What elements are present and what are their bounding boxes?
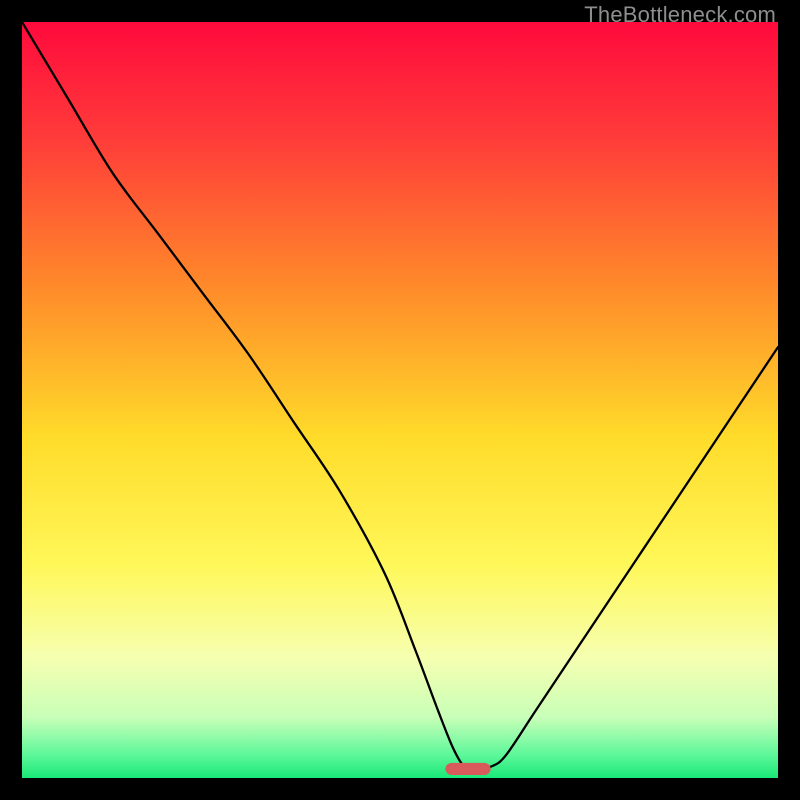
bottleneck-chart [22, 22, 778, 778]
gradient-background [22, 22, 778, 778]
chart-frame [22, 22, 778, 778]
optimum-marker [445, 763, 490, 775]
